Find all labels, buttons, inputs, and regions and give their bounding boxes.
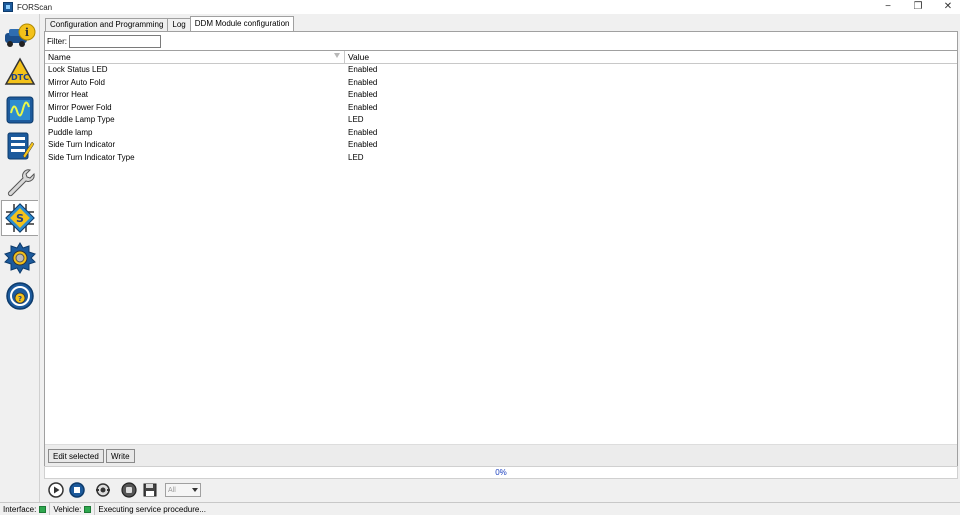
wrench-icon: [7, 169, 35, 197]
close-button[interactable]: ✕: [942, 0, 954, 14]
oscilloscope-icon: [6, 96, 33, 124]
connection-icon: [96, 483, 110, 497]
sidebar-item-vehicle-info[interactable]: i: [1, 18, 38, 54]
svg-text:?: ?: [17, 295, 21, 303]
status-bar: Interface: Vehicle: Executing service pr…: [0, 502, 960, 515]
row-value: Enabled: [348, 65, 378, 74]
row-name: Lock Status LED: [48, 65, 108, 74]
progress-bar: 0%: [44, 466, 958, 479]
row-value: LED: [348, 115, 364, 124]
row-value: Enabled: [348, 77, 378, 87]
table-row[interactable]: Mirror Heat Enabled: [45, 89, 957, 102]
bottom-toolbar: All: [44, 480, 958, 500]
vehicle-info-icon: i: [4, 23, 35, 47]
tab-ddm-module-configuration[interactable]: DDM Module configuration: [189, 16, 295, 31]
sidebar-item-help[interactable]: ?: [1, 278, 38, 314]
sort-arrow-icon: [334, 53, 340, 58]
sidebar-item-oscilloscope[interactable]: [1, 92, 38, 128]
maximize-button[interactable]: ❐: [912, 0, 924, 14]
filter-select-value: All: [168, 486, 176, 494]
tab-log[interactable]: Log: [167, 18, 191, 31]
save-icon: [143, 483, 157, 497]
stop-button[interactable]: [68, 481, 86, 499]
filter-row: Filter:: [47, 34, 161, 48]
table-row[interactable]: Puddle Lamp Type LED: [45, 114, 957, 127]
write-button[interactable]: Write: [106, 449, 135, 463]
forscan-app-icon: [3, 2, 13, 12]
interface-label: Interface:: [3, 504, 37, 514]
table-row[interactable]: Side Turn Indicator Type LED: [45, 152, 957, 165]
tab-configuration-and-programming[interactable]: Configuration and Programming: [45, 18, 169, 31]
minimize-button[interactable]: −: [882, 0, 894, 14]
module-config-panel: Filter: Name Value Lock Status LED Enabl…: [44, 31, 958, 467]
filter-input[interactable]: [69, 34, 161, 48]
row-name: Mirror Auto Fold: [48, 77, 105, 87]
progress-value: 0%: [495, 468, 507, 477]
chevron-down-icon: [192, 488, 198, 492]
table-row[interactable]: Side Turn Indicator Enabled: [45, 139, 957, 152]
window-title: FORScan: [17, 2, 53, 12]
svg-text:S: S: [16, 212, 24, 225]
vehicle-led-icon: [84, 505, 92, 513]
row-value: LED: [348, 152, 364, 162]
row-name: Side Turn Indicator Type: [48, 152, 135, 162]
module-config-icon: S: [5, 203, 35, 233]
record-icon: [121, 482, 137, 498]
row-name: Puddle Lamp Type: [48, 115, 115, 124]
tab-strip: Configuration and Programming Log DDM Mo…: [45, 16, 295, 31]
column-header-name[interactable]: Name: [45, 51, 345, 63]
row-name: Puddle lamp: [48, 127, 93, 137]
dtc-icon: DTC: [4, 57, 35, 85]
row-value: Enabled: [348, 102, 378, 112]
status-message: Executing service procedure...: [98, 504, 206, 514]
svg-text:i: i: [24, 26, 28, 39]
window-controls: − ❐ ✕: [882, 0, 954, 14]
interface-led-icon: [39, 505, 47, 513]
svg-text:DTC: DTC: [11, 73, 29, 82]
sidebar-item-dtc[interactable]: DTC: [1, 54, 38, 90]
record-button[interactable]: [120, 481, 138, 499]
sidebar-item-module-config[interactable]: S: [1, 200, 38, 236]
row-name: Mirror Power Fold: [48, 102, 112, 112]
grid-header: Name Value: [45, 51, 957, 64]
row-name: Side Turn Indicator: [48, 140, 116, 149]
column-header-value[interactable]: Value: [345, 51, 957, 63]
table-row[interactable]: Mirror Power Fold Enabled: [45, 102, 957, 115]
title-bar: FORScan − ❐ ✕: [0, 0, 960, 14]
help-steering-icon: ?: [5, 282, 34, 310]
play-icon: [48, 482, 64, 498]
row-name: Mirror Heat: [48, 90, 89, 99]
table-row[interactable]: Mirror Auto Fold Enabled: [45, 77, 957, 90]
parameters-grid: Name Value Lock Status LED Enabled Mirro…: [45, 50, 957, 445]
sidebar-item-checklist[interactable]: [1, 128, 38, 164]
sidebar-item-service[interactable]: [1, 164, 38, 200]
edit-selected-button[interactable]: Edit selected: [48, 449, 104, 463]
row-value: Enabled: [348, 127, 378, 137]
action-button-bar: Edit selected Write: [45, 444, 957, 466]
sidebar-item-settings[interactable]: [1, 240, 38, 276]
settings-gear-icon: [3, 242, 36, 274]
play-button[interactable]: [47, 481, 65, 499]
table-row[interactable]: Lock Status LED Enabled: [45, 64, 957, 77]
table-row[interactable]: Puddle lamp Enabled: [45, 127, 957, 140]
vehicle-status: Vehicle:: [50, 503, 96, 515]
filter-select[interactable]: All: [165, 483, 201, 497]
row-value: Enabled: [348, 90, 378, 99]
connect-button[interactable]: [94, 481, 112, 499]
vehicle-label: Vehicle:: [53, 504, 82, 514]
interface-status: Interface:: [0, 503, 51, 515]
row-value: Enabled: [348, 140, 378, 149]
filter-label: Filter:: [47, 36, 67, 46]
stop-icon: [69, 482, 85, 498]
save-button[interactable]: [141, 481, 159, 499]
sidebar: i DTC S ?: [0, 14, 40, 502]
checklist-icon: [7, 132, 34, 160]
